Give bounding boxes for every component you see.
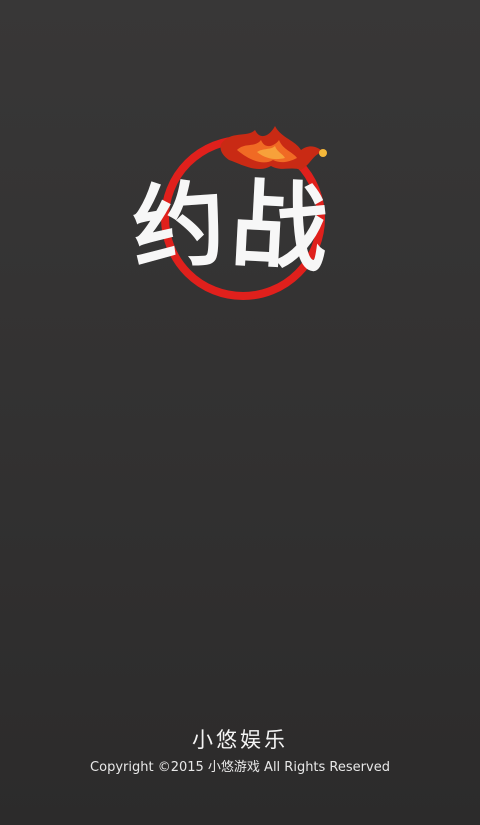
- footer: 小悠娱乐 Copyright ©2015 小悠游戏 All Rights Res…: [0, 726, 480, 778]
- brand-name: 小悠娱乐: [192, 728, 288, 752]
- logo-char-2: 战: [228, 168, 330, 286]
- copyright-text: Copyright ©2015 小悠游戏 All Rights Reserved: [90, 760, 390, 775]
- logo-char-1: 约: [129, 169, 228, 283]
- app-logo: 约 战: [125, 120, 355, 300]
- splash-screen: 约 战 小悠娱乐 Copyright ©2015 小悠游戏 All Rights…: [0, 0, 480, 825]
- logo-flame: [220, 126, 327, 170]
- logo-graphic: 约 战: [129, 126, 330, 300]
